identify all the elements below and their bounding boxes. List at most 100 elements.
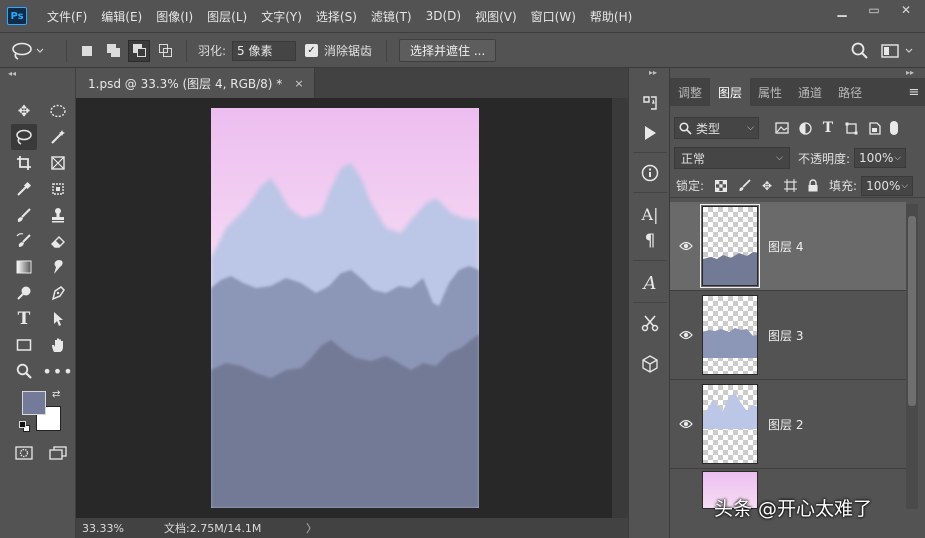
3d-cube-icon[interactable] — [637, 351, 663, 377]
lock-artboard-icon[interactable] — [781, 177, 799, 195]
layer-row[interactable]: 图层 4 — [670, 202, 906, 291]
visibility-eye-icon[interactable] — [670, 241, 702, 251]
stamp-tool-icon[interactable] — [45, 202, 71, 228]
layer-filter-select[interactable]: 类型 ⌵ — [674, 117, 759, 139]
menu-view[interactable]: 视图(V) — [475, 8, 517, 25]
menu-filter[interactable]: 滤镜(T) — [371, 8, 412, 25]
menu-3d[interactable]: 3D(D) — [426, 9, 461, 23]
eraser-icon[interactable] — [45, 228, 71, 254]
layer-name[interactable]: 图层 4 — [768, 238, 803, 255]
menu-window[interactable]: 窗口(W) — [531, 8, 576, 25]
glyphs-panel-icon[interactable]: A — [637, 270, 663, 296]
history-brush-icon[interactable] — [11, 228, 37, 254]
lock-all-icon[interactable] — [804, 177, 822, 195]
select-and-mask-button[interactable]: 选择并遮住 ... — [399, 39, 497, 62]
vertical-scrollbar[interactable] — [612, 98, 628, 518]
filter-shape-icon[interactable] — [842, 119, 860, 137]
healing-brush-icon[interactable] — [45, 176, 71, 202]
lock-position-icon[interactable]: ✥ — [758, 177, 776, 195]
layer-thumbnail[interactable] — [700, 204, 760, 288]
collapse-arrows-icon[interactable]: ▸▸ — [906, 68, 914, 77]
hand-tool-icon[interactable] — [45, 332, 71, 358]
eyedropper-icon[interactable] — [11, 176, 37, 202]
layer-thumbnail[interactable] — [702, 384, 758, 464]
collapse-arrows-icon[interactable]: ◂◂ — [0, 68, 75, 78]
search-icon[interactable] — [851, 42, 869, 60]
filter-type-icon[interactable]: T — [819, 119, 837, 137]
zoom-level[interactable]: 33.33% — [76, 522, 126, 535]
visibility-eye-icon[interactable] — [670, 330, 702, 340]
history-panel-icon[interactable] — [637, 90, 663, 116]
menu-layer[interactable]: 图层(L) — [207, 8, 247, 25]
filter-toggle-icon[interactable] — [890, 121, 898, 135]
paragraph-panel-icon[interactable]: ¶ — [637, 228, 663, 254]
workspace-icon[interactable] — [881, 43, 913, 59]
tab-paths[interactable]: 路径 — [830, 78, 870, 106]
minimize-button[interactable]: ▁ — [829, 2, 855, 18]
filter-smart-object-icon[interactable] — [865, 119, 883, 137]
canvas-artwork[interactable] — [211, 108, 479, 508]
canvas-viewport[interactable] — [76, 98, 612, 518]
layer-row[interactable]: 图层 3 — [670, 291, 906, 380]
fill-input[interactable]: 100% ⌵ — [861, 175, 914, 196]
tab-adjustments[interactable]: 调整 — [670, 78, 710, 106]
info-icon[interactable] — [637, 160, 663, 186]
opacity-input[interactable]: 100% ⌵ — [854, 148, 907, 168]
tools-scissors-icon[interactable] — [637, 310, 663, 336]
collapse-arrows-icon[interactable]: ▸▸ — [649, 68, 657, 77]
lock-transparent-pixels-icon[interactable] — [712, 177, 730, 195]
menu-type[interactable]: 文字(Y) — [261, 8, 302, 25]
pen-tool-icon[interactable] — [45, 280, 71, 306]
menu-image[interactable]: 图像(I) — [156, 8, 193, 25]
blend-mode-select[interactable]: 正常 ⌵ — [674, 147, 790, 169]
layer-name[interactable]: 图层 3 — [768, 327, 803, 344]
move-tool-icon[interactable]: ✥ — [11, 98, 37, 124]
tool-preset-picker[interactable] — [10, 33, 44, 68]
menu-select[interactable]: 选择(S) — [316, 8, 357, 25]
layer-row[interactable]: 图层 2 — [670, 380, 906, 469]
add-selection-button[interactable] — [102, 40, 124, 62]
menu-file[interactable]: 文件(F) — [47, 8, 87, 25]
lasso-tool-icon[interactable] — [11, 124, 37, 150]
tab-properties[interactable]: 属性 — [750, 78, 790, 106]
screen-mode-icon[interactable] — [45, 440, 71, 466]
subtract-selection-button[interactable] — [128, 39, 150, 62]
intersect-selection-button[interactable] — [154, 40, 176, 62]
scrollbar-thumb[interactable] — [908, 216, 916, 406]
document-tab[interactable]: 1.psd @ 33.3% (图层 4, RGB/8) * × — [76, 68, 315, 98]
tab-layers[interactable]: 图层 — [710, 78, 751, 106]
actions-play-icon[interactable] — [637, 120, 663, 146]
tab-channels[interactable]: 通道 — [790, 78, 830, 106]
path-selection-icon[interactable] — [45, 306, 71, 332]
default-colors-icon[interactable] — [19, 421, 31, 433]
layer-thumbnail[interactable] — [702, 295, 758, 375]
gradient-tool-icon[interactable] — [11, 254, 37, 280]
close-tab-icon[interactable]: × — [294, 77, 303, 90]
new-selection-button[interactable] — [76, 40, 98, 62]
rectangle-tool-icon[interactable] — [11, 332, 37, 358]
antialias-checkbox-wrap[interactable]: ✓ 消除锯齿 — [305, 33, 372, 68]
feather-input[interactable]: 5 像素 — [232, 40, 296, 61]
maximize-button[interactable]: ▭ — [861, 2, 887, 18]
crop-tool-icon[interactable] — [11, 150, 37, 176]
filter-adjustment-icon[interactable] — [796, 119, 814, 137]
foreground-color-swatch[interactable] — [22, 391, 46, 415]
menu-edit[interactable]: 编辑(E) — [101, 8, 142, 25]
lock-image-pixels-icon[interactable] — [735, 177, 753, 195]
swap-colors-icon[interactable]: ⇄ — [52, 389, 60, 400]
brush-tool-icon[interactable] — [11, 202, 37, 228]
close-button[interactable]: ✕ — [893, 2, 919, 18]
ellipse-marquee-icon[interactable] — [45, 98, 71, 124]
dodge-tool-icon[interactable] — [11, 280, 37, 306]
frame-tool-icon[interactable] — [45, 150, 71, 176]
status-menu-arrow-icon[interactable]: 〉 — [306, 520, 326, 536]
type-tool-icon[interactable]: T — [11, 306, 37, 332]
antialias-checkbox[interactable]: ✓ — [305, 44, 318, 57]
smudge-tool-icon[interactable] — [45, 254, 71, 280]
layers-scrollbar[interactable] — [906, 204, 918, 519]
filter-pixel-icon[interactable] — [773, 119, 791, 137]
menu-help[interactable]: 帮助(H) — [590, 8, 632, 25]
panel-menu-icon[interactable]: ≡ — [903, 78, 925, 106]
character-panel-icon[interactable]: A| — [637, 201, 663, 227]
layer-name[interactable]: 图层 2 — [768, 416, 803, 433]
